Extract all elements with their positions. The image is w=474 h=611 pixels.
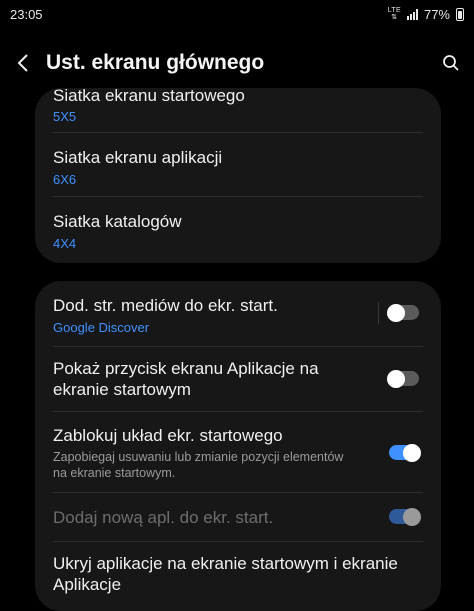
add-new-apps-toggle — [389, 507, 421, 526]
setting-description-line1: Zapobiegaj usuwaniu lub zmianie pozycji … — [53, 450, 344, 464]
toggle-knob — [387, 303, 405, 322]
setting-label: Siatka ekranu aplikacji — [53, 148, 223, 167]
setting-home-grid[interactable]: Siatka ekranu startowego 5X5 — [35, 88, 441, 132]
toggle-knob — [403, 443, 421, 462]
media-page-toggle[interactable] — [387, 303, 419, 322]
grid-settings-card: Siatka ekranu startowego 5X5 Siatka ekra… — [35, 88, 441, 263]
search-button[interactable] — [428, 42, 474, 84]
setting-apps-button[interactable]: Pokaż przycisk ekranu Aplikacje na ekran… — [35, 347, 441, 411]
back-button[interactable] — [0, 42, 46, 84]
status-icons: LTE ⇅ 77% — [388, 7, 464, 22]
setting-label: Siatka ekranu startowego — [53, 88, 245, 105]
lock-layout-toggle[interactable] — [389, 443, 421, 462]
setting-description-line2: na ekranie startowym. — [53, 466, 176, 480]
lte-icon: LTE ⇅ — [388, 7, 401, 21]
status-bar: 23:05 LTE ⇅ 77% — [0, 0, 474, 28]
setting-add-new-apps: Dodaj nową apl. do ekr. start. — [35, 493, 441, 541]
toggle-knob — [403, 507, 421, 526]
setting-value: 6X6 — [53, 172, 77, 187]
toggle-settings-card: Dod. str. mediów do ekr. start. Google D… — [35, 281, 441, 611]
clock: 23:05 — [10, 6, 43, 22]
setting-value: 5X5 — [53, 109, 77, 124]
toggle-knob — [387, 369, 405, 388]
setting-label: Dod. str. mediów do ekr. start. — [53, 296, 278, 315]
network-type: LTE — [387, 7, 401, 14]
setting-folder-grid[interactable]: Siatka katalogów 4X4 — [35, 197, 441, 260]
setting-label: Zablokuj układ ekr. startowego — [53, 426, 283, 445]
setting-label-line1: Ukryj aplikacje na ekranie startowym i e… — [53, 554, 398, 573]
setting-label: Siatka katalogów — [53, 212, 182, 231]
setting-hide-apps[interactable]: Ukryj aplikacje na ekranie startowym i e… — [35, 542, 441, 602]
data-arrows-icon: ⇅ — [391, 14, 398, 21]
setting-lock-layout[interactable]: Zablokuj układ ekr. startowego Zapobiega… — [35, 412, 441, 492]
back-arrow-icon — [17, 54, 28, 72]
setting-label-line2: Aplikacje — [53, 575, 122, 594]
setting-media-page[interactable]: Dod. str. mediów do ekr. start. Google D… — [35, 281, 441, 346]
setting-label: Dodaj nową apl. do ekr. start. — [53, 508, 274, 527]
apps-button-toggle[interactable] — [387, 369, 419, 388]
app-bar: Ust. ekranu głównego — [0, 42, 474, 84]
vertical-separator — [378, 302, 379, 324]
setting-sub-value: Google Discover — [53, 320, 150, 335]
battery-percent: 77% — [423, 6, 450, 22]
battery-icon — [456, 7, 464, 21]
setting-apps-grid[interactable]: Siatka ekranu aplikacji 6X6 — [35, 133, 441, 196]
setting-label-line2: ekranie startowym — [53, 380, 191, 399]
setting-value: 4X4 — [53, 236, 77, 251]
search-icon — [443, 55, 459, 71]
page-title: Ust. ekranu głównego — [46, 51, 265, 74]
signal-icon — [406, 8, 418, 20]
setting-label-line1: Pokaż przycisk ekranu Aplikacje na — [53, 359, 319, 378]
